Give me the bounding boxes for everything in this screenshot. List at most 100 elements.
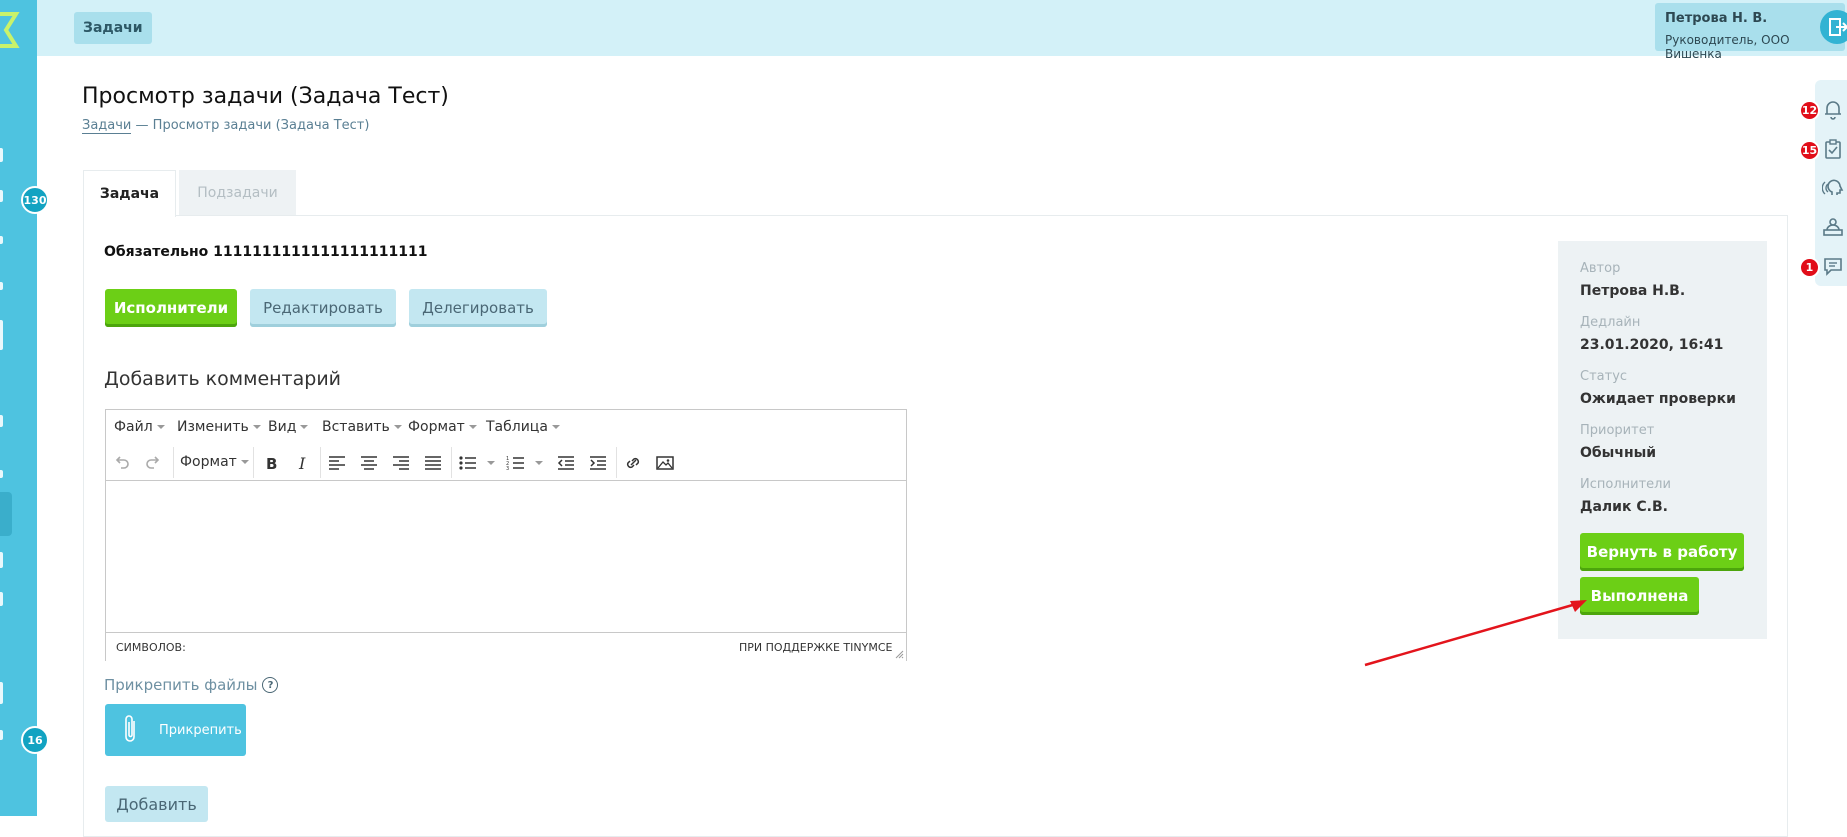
sidebar-item-active[interactable]: [0, 492, 12, 536]
add-comment-title: Добавить комментарий: [104, 368, 342, 390]
help-icon[interactable]: ?: [262, 677, 279, 693]
numbered-list-icon[interactable]: 123: [506, 454, 526, 472]
menu-view[interactable]: Вид: [268, 419, 309, 435]
toolbar-separator: [616, 447, 617, 478]
notification-badge: 12: [1799, 100, 1820, 121]
align-left-icon[interactable]: [327, 454, 347, 472]
link-icon[interactable]: [623, 454, 643, 472]
undo-icon[interactable]: [112, 454, 132, 472]
sidebar-item-4[interactable]: [0, 282, 3, 290]
comment-textarea[interactable]: [106, 481, 906, 631]
sidebar-item-10[interactable]: [0, 682, 3, 704]
menu-edit[interactable]: Изменить: [177, 419, 261, 435]
tasks-badge: 15: [1799, 140, 1820, 161]
sidebar-item-9[interactable]: [0, 592, 3, 606]
menu-format-label: Формат: [408, 419, 465, 435]
return-to-work-button[interactable]: Вернуть в работу: [1580, 533, 1744, 571]
toolbar-separator: [451, 447, 452, 478]
attach-files-label: Прикрепить файлы ?: [104, 676, 279, 694]
sidebar-item-8[interactable]: [0, 552, 3, 568]
deadline-value: 23.01.2020, 16:41: [1580, 337, 1724, 353]
chevron-down-icon: [393, 425, 402, 429]
char-count: СИМВОЛОВ:: [116, 641, 186, 654]
user-name: Петрова Н. В.: [1665, 11, 1768, 26]
bold-icon[interactable]: B: [261, 454, 281, 472]
left-sidebar: [0, 0, 37, 816]
priority-value: Обычный: [1580, 445, 1657, 461]
sidebar-item-6[interactable]: [0, 415, 3, 427]
attach-files-text: Прикрепить файлы: [104, 676, 258, 694]
chevron-down-icon: [551, 425, 560, 429]
logo-icon[interactable]: [0, 10, 20, 50]
toolbar-separator: [253, 447, 254, 478]
svg-text:B: B: [266, 455, 277, 472]
menu-insert-label: Вставить: [322, 419, 390, 435]
align-center-icon[interactable]: [359, 454, 379, 472]
menu-view-label: Вид: [268, 419, 297, 435]
add-comment-button[interactable]: Добавить: [105, 786, 208, 822]
powered-by-tinymce[interactable]: ПРИ ПОДДЕРЖКЕ TINYMCE: [739, 641, 892, 654]
chevron-down-icon: [240, 460, 249, 464]
logout-button[interactable]: [1820, 10, 1847, 44]
chevron-down-icon[interactable]: [487, 461, 495, 465]
sidebar-badge: 130: [21, 186, 49, 214]
attach-button-label: Прикрепить: [159, 722, 242, 738]
sidebar-item-11[interactable]: [0, 730, 3, 740]
breadcrumb-separator: —: [135, 118, 149, 133]
author-label: Автор: [1580, 261, 1621, 276]
comment-editor: Файл Изменить Вид Вставить Формат Таблиц…: [105, 409, 907, 661]
logout-icon: [1829, 18, 1847, 36]
menu-table[interactable]: Таблица: [486, 419, 560, 435]
chevron-down-icon[interactable]: [535, 461, 543, 465]
sidebar-item-2[interactable]: [0, 190, 3, 202]
reception-desk-icon[interactable]: [1822, 216, 1844, 238]
top-header: Задачи Петрова Н. В. Руководитель, ООО В…: [37, 0, 1847, 61]
toolbar-format-dropdown[interactable]: Формат: [180, 454, 249, 470]
user-profile[interactable]: Петрова Н. В. Руководитель, ООО Вишенка: [1655, 3, 1845, 61]
mark-done-button[interactable]: Выполнена: [1580, 577, 1699, 615]
sidebar-item-5[interactable]: [0, 320, 3, 350]
menu-file[interactable]: Файл: [114, 419, 165, 435]
deadline-label: Дедлайн: [1580, 315, 1641, 330]
indent-icon[interactable]: [588, 454, 608, 472]
image-icon[interactable]: [655, 454, 675, 472]
executors-button[interactable]: Исполнители: [105, 289, 237, 327]
edit-button[interactable]: Редактировать: [250, 289, 396, 327]
editor-statusbar: СИМВОЛОВ: ПРИ ПОДДЕРЖКЕ TINYMCE: [106, 632, 906, 661]
breadcrumb: Задачи — Просмотр задачи (Задача Тест): [82, 118, 370, 134]
editor-menubar: Файл Изменить Вид Вставить Формат Таблиц…: [106, 410, 906, 446]
bell-icon[interactable]: [1822, 98, 1844, 120]
chevron-down-icon: [468, 425, 477, 429]
breadcrumb-link-tasks[interactable]: Задачи: [82, 118, 132, 134]
menu-insert[interactable]: Вставить: [322, 419, 402, 435]
align-right-icon[interactable]: [391, 454, 411, 472]
tab-task[interactable]: Задача: [83, 170, 176, 217]
bullet-list-icon[interactable]: [458, 454, 478, 472]
chevron-down-icon: [300, 425, 309, 429]
attach-button[interactable]: Прикрепить: [105, 704, 246, 756]
user-role: Руководитель, ООО Вишенка: [1665, 33, 1790, 61]
resize-handle-icon[interactable]: [894, 649, 904, 659]
toolbar-separator: [320, 447, 321, 478]
broadcast-head-icon[interactable]: [1822, 177, 1844, 199]
executors-value: Далик С.В.: [1580, 499, 1668, 515]
breadcrumb-current: Просмотр задачи (Задача Тест): [152, 118, 370, 133]
header-section-title[interactable]: Задачи: [74, 12, 152, 44]
chat-icon[interactable]: [1822, 255, 1844, 277]
sidebar-item-3[interactable]: [0, 236, 3, 244]
italic-icon[interactable]: I: [293, 454, 313, 472]
svg-text:3: 3: [506, 466, 509, 472]
messages-badge: 1: [1799, 257, 1820, 278]
align-justify-icon[interactable]: [423, 454, 443, 472]
menu-format[interactable]: Формат: [408, 419, 477, 435]
clipboard-check-icon[interactable]: [1822, 138, 1844, 160]
tab-subtasks[interactable]: Подзадачи: [179, 170, 296, 216]
toolbar-separator: [173, 447, 174, 478]
page-title: Просмотр задачи (Задача Тест): [82, 84, 449, 109]
outdent-icon[interactable]: [556, 454, 576, 472]
menu-file-label: Файл: [114, 419, 153, 435]
sidebar-item-1[interactable]: [0, 148, 3, 162]
delegate-button[interactable]: Делегировать: [409, 289, 547, 327]
redo-icon[interactable]: [143, 454, 163, 472]
sidebar-item-7[interactable]: [0, 470, 3, 478]
